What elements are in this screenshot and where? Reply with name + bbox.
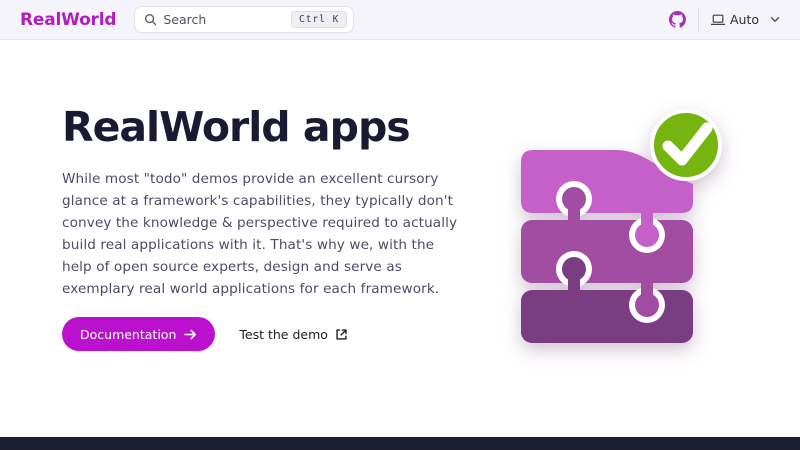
search-shortcut-badge: Ctrl K: [291, 11, 347, 28]
laptop-icon: [711, 14, 725, 26]
check-badge: [652, 111, 720, 179]
theme-selected-value: Auto: [730, 12, 759, 27]
search-icon: [144, 13, 157, 26]
github-icon[interactable]: [669, 11, 686, 28]
chevron-down-icon: [770, 16, 780, 23]
documentation-button-label: Documentation: [80, 327, 176, 342]
header-divider: [698, 9, 699, 31]
test-demo-link-label: Test the demo: [239, 327, 328, 342]
realworld-puzzle-logo: [519, 110, 725, 352]
hero-section: RealWorld apps While most "todo" demos p…: [62, 103, 482, 351]
search-placeholder: Search: [163, 12, 291, 27]
footer-bar: [0, 437, 800, 450]
arrow-right-icon: [184, 329, 197, 340]
hero-description: While most "todo" demos provide an excel…: [62, 168, 466, 300]
external-link-icon: [335, 328, 348, 341]
top-navbar: RealWorld Search Ctrl K Auto: [0, 0, 800, 40]
theme-switcher[interactable]: Auto: [711, 12, 780, 27]
puzzle-piece-bottom: [521, 290, 693, 343]
search-input[interactable]: Search Ctrl K: [134, 6, 354, 33]
brand-logo[interactable]: RealWorld: [20, 10, 116, 30]
page-title: RealWorld apps: [62, 103, 482, 151]
puzzle-piece-middle: [521, 220, 693, 283]
documentation-button[interactable]: Documentation: [62, 317, 215, 351]
test-demo-link[interactable]: Test the demo: [239, 327, 348, 342]
